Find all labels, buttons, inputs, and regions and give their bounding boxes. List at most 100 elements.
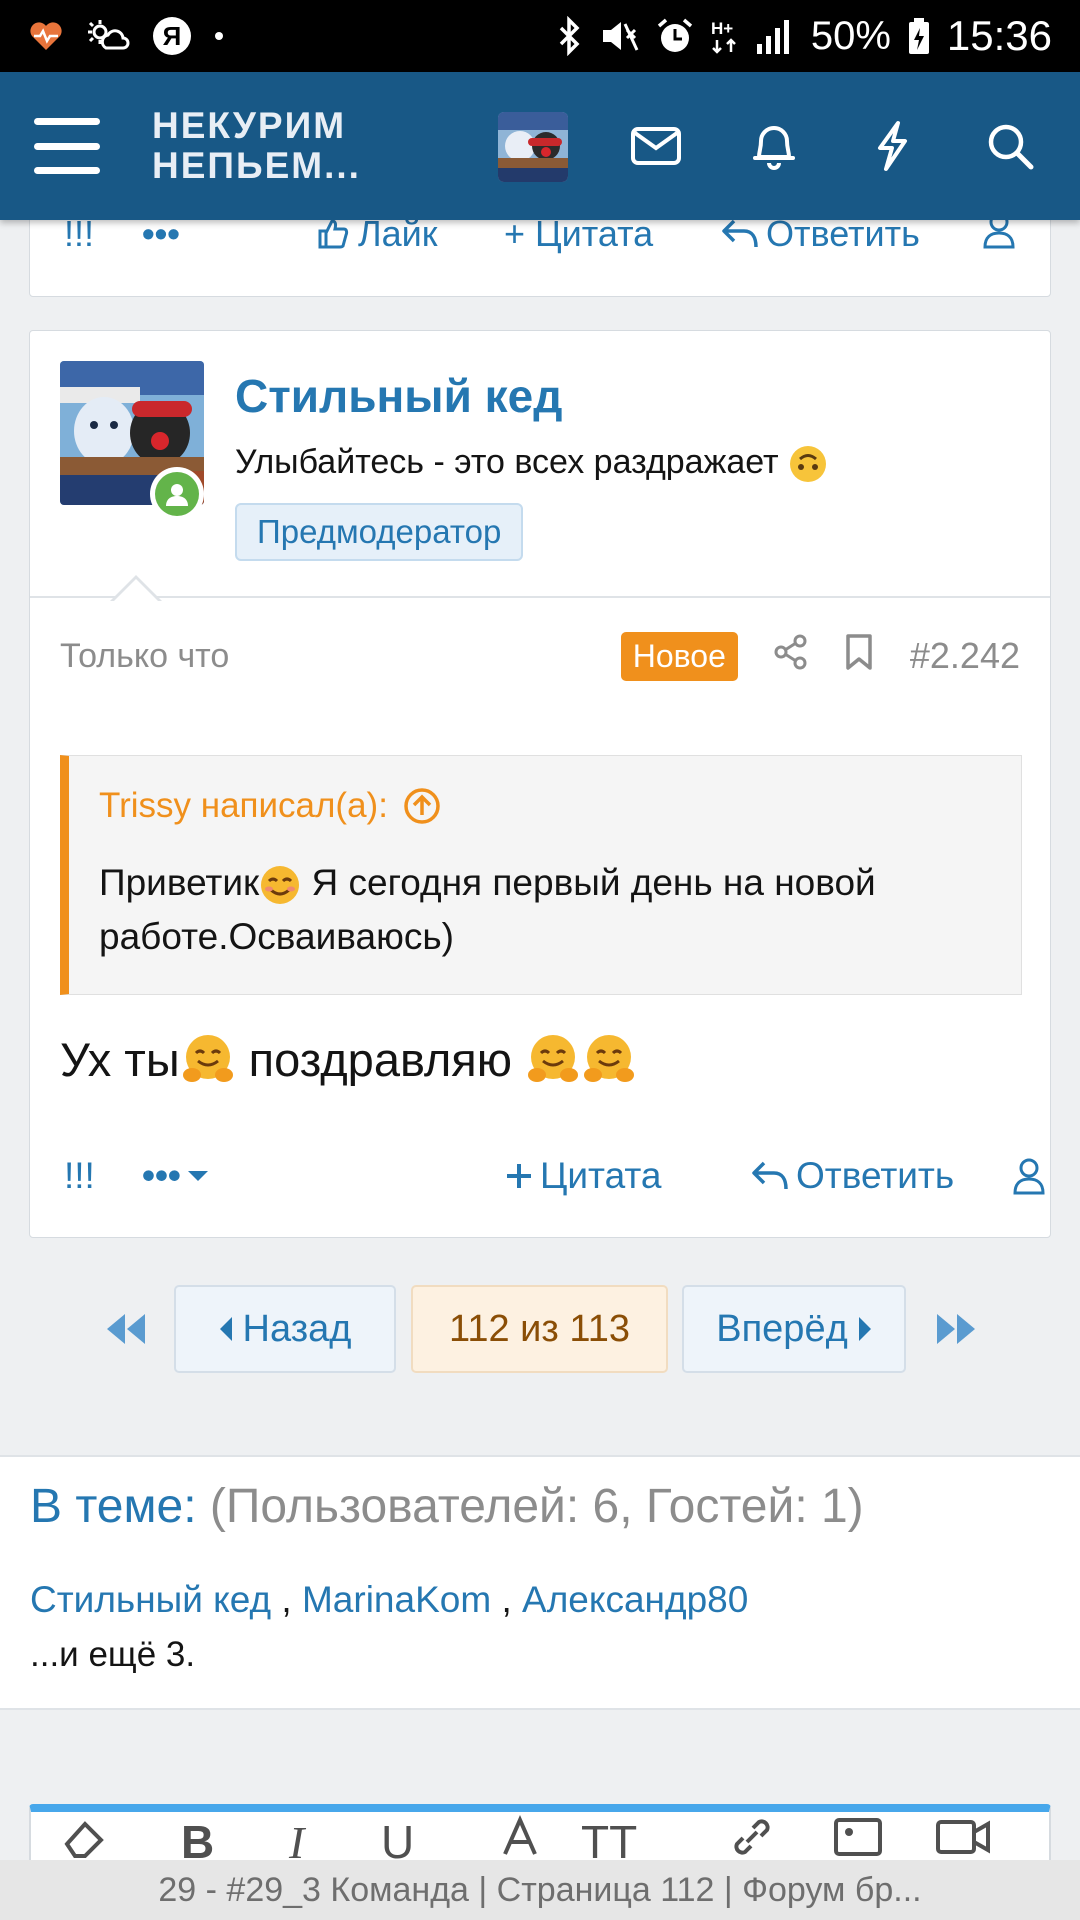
online-user-icon bbox=[166, 484, 188, 506]
notification-dot-icon bbox=[214, 16, 224, 56]
bluetooth-icon bbox=[557, 16, 583, 56]
report-button[interactable]: !!! bbox=[64, 220, 94, 255]
account-avatar[interactable] bbox=[498, 112, 568, 182]
health-heart-icon bbox=[28, 16, 64, 56]
menu-button[interactable] bbox=[34, 118, 100, 174]
yandex-icon: Я bbox=[152, 16, 192, 56]
more-options-button[interactable]: ••• bbox=[142, 220, 180, 255]
browser-page-title-bar: 29 - #29_3 Команда | Страница 112 | Фору… bbox=[0, 1860, 1080, 1920]
reply-icon bbox=[722, 220, 758, 248]
header-pointer-inner bbox=[112, 579, 160, 603]
inbox-button[interactable] bbox=[626, 116, 686, 176]
list-separator: , bbox=[271, 1579, 302, 1620]
bold-button[interactable]: B bbox=[181, 1815, 214, 1860]
online-status-badge bbox=[150, 467, 204, 521]
quote-label: Цитата bbox=[535, 220, 654, 254]
viewer-link[interactable]: Стильный кед bbox=[30, 1579, 271, 1620]
user-title: Улыбайтесь - это всех раздражает bbox=[235, 443, 828, 484]
reply-button[interactable]: Ответить bbox=[750, 1155, 954, 1197]
search-button[interactable] bbox=[980, 116, 1040, 176]
like-label: Лайк bbox=[358, 220, 438, 254]
prev-page-button[interactable]: Назад bbox=[174, 1285, 396, 1373]
video-icon bbox=[936, 1819, 990, 1854]
chevron-left-icon bbox=[219, 1317, 232, 1341]
hugging-face-icon bbox=[584, 1035, 635, 1082]
chevron-right-icon bbox=[858, 1317, 871, 1341]
clock: 15:36 bbox=[946, 12, 1052, 59]
font-size-button[interactable]: TT bbox=[581, 1815, 637, 1860]
post-number[interactable]: #2.242 bbox=[910, 635, 1020, 677]
status-bar: Я H+ 50% 15:36 bbox=[0, 0, 1080, 72]
thread-viewers-title: В теме: (Пользователей: 6, Гостей: 1) bbox=[30, 1479, 864, 1534]
logo-line2: НЕПЬЕМ... bbox=[152, 145, 361, 186]
weather-icon bbox=[86, 16, 130, 56]
current-page-label: 112 из 113 bbox=[449, 1307, 630, 1350]
chevron-down-icon bbox=[187, 1171, 208, 1181]
first-page-button[interactable] bbox=[100, 1307, 150, 1351]
list-separator: , bbox=[491, 1579, 523, 1620]
user-icon bbox=[1013, 1158, 1045, 1195]
text-color-icon bbox=[503, 1814, 537, 1855]
share-icon bbox=[774, 634, 807, 669]
thumbs-up-icon bbox=[318, 220, 349, 249]
like-button[interactable]: Лайк bbox=[316, 220, 438, 255]
bookmark-icon bbox=[846, 633, 872, 670]
reply-label: Ответить bbox=[766, 220, 920, 254]
more-dots-icon: ••• bbox=[142, 1155, 181, 1196]
site-logo[interactable]: НЕКУРИМ НЕПЬЕМ... bbox=[152, 106, 361, 186]
hugging-face-icon bbox=[528, 1035, 579, 1082]
double-chevron-right-icon bbox=[937, 1314, 975, 1344]
battery-icon bbox=[907, 16, 931, 56]
quote-button[interactable]: + Цитата bbox=[504, 220, 653, 255]
more-options-button[interactable]: ••• bbox=[142, 1155, 209, 1197]
last-page-button[interactable] bbox=[932, 1307, 982, 1351]
browser-page-title: 29 - #29_3 Команда | Страница 112 | Фору… bbox=[158, 1870, 922, 1909]
user-button[interactable] bbox=[1012, 1157, 1046, 1195]
viewers-title-label: В теме: bbox=[30, 1480, 197, 1533]
post-time[interactable]: Только что bbox=[60, 637, 229, 676]
svg-text:H+: H+ bbox=[711, 19, 733, 38]
report-button[interactable]: !!! bbox=[64, 1155, 95, 1197]
image-icon bbox=[834, 1817, 882, 1856]
bell-icon bbox=[753, 126, 795, 170]
signal-icon bbox=[755, 16, 795, 56]
menu-line bbox=[34, 142, 100, 150]
site-header: НЕКУРИМ НЕПЬЕМ... bbox=[0, 72, 1080, 220]
battery-percent: 50% bbox=[810, 13, 891, 58]
viewer-link[interactable]: Александр80 bbox=[522, 1579, 748, 1620]
share-button[interactable] bbox=[774, 634, 808, 679]
quote-button[interactable]: Цитата bbox=[504, 1155, 661, 1197]
viewers-stats: (Пользователей: 6, Гостей: 1) bbox=[209, 1480, 864, 1533]
message-part1: Ух ты bbox=[60, 1032, 180, 1086]
menu-line bbox=[34, 167, 100, 174]
alarm-icon bbox=[655, 16, 695, 56]
next-page-button[interactable]: Вперёд bbox=[682, 1285, 906, 1373]
current-page-indicator[interactable]: 112 из 113 bbox=[411, 1285, 668, 1373]
italic-button[interactable]: I bbox=[289, 1816, 304, 1861]
underline-button[interactable]: U bbox=[381, 1815, 414, 1860]
arrow-up-circle-icon bbox=[404, 788, 440, 824]
viewer-link[interactable]: MarinaKom bbox=[302, 1579, 491, 1620]
previous-post-actions: !!! ••• Лайк + Цитата Ответить bbox=[30, 220, 1050, 256]
reply-button[interactable]: Ответить bbox=[720, 220, 920, 255]
user-button[interactable] bbox=[982, 220, 1016, 258]
thread-viewers-block: В теме: (Пользователей: 6, Гостей: 1) Ст… bbox=[0, 1455, 1080, 1710]
reply-label: Ответить bbox=[796, 1155, 955, 1196]
text-color-button[interactable] bbox=[497, 1814, 543, 1861]
quote-header[interactable]: Trissy написал(а): bbox=[99, 786, 442, 826]
smiling-face-icon bbox=[261, 866, 300, 905]
post-actions: !!! ••• Цитата Ответить bbox=[60, 1151, 1045, 1201]
alerts-button[interactable] bbox=[744, 116, 804, 176]
link-button[interactable] bbox=[729, 1814, 775, 1861]
eraser-button[interactable] bbox=[61, 1814, 107, 1861]
post-user-header: Стильный кед Улыбайтесь - это всех раздр… bbox=[30, 331, 1050, 598]
viewers-list: Стильный кед , MarinaKom , Александр80 bbox=[30, 1579, 748, 1621]
network-h-plus-icon: H+ bbox=[711, 16, 739, 56]
image-button[interactable] bbox=[833, 1814, 883, 1861]
post-username[interactable]: Стильный кед bbox=[235, 369, 562, 423]
logo-line1: НЕКУРИМ bbox=[152, 105, 347, 146]
envelope-icon bbox=[631, 127, 681, 165]
bookmark-button[interactable] bbox=[844, 633, 874, 680]
media-button[interactable] bbox=[935, 1814, 991, 1861]
whats-new-button[interactable] bbox=[862, 116, 922, 176]
